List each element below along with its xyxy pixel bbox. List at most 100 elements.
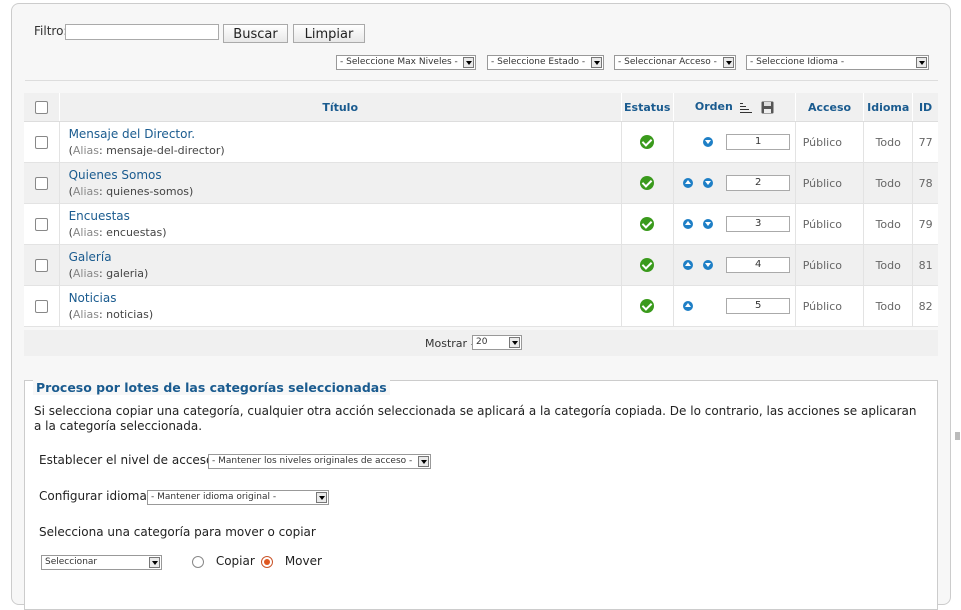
alias-value: mensaje-del-director (106, 144, 221, 157)
published-check-icon[interactable] (640, 299, 655, 313)
order-input[interactable]: 4 (726, 257, 791, 273)
table-row: Mensaje del Director. (Alias: mensaje-de… (24, 121, 938, 163)
batch-language-select[interactable]: - Mantener idioma original - (147, 490, 329, 505)
table-row: Quienes Somos (Alias: quienes-somos) 2 P… (24, 162, 938, 204)
header-order[interactable]: Orden (673, 93, 796, 122)
copy-radio[interactable] (192, 555, 204, 568)
batch-description: Si selecciona copiar una categoría, cual… (34, 404, 917, 433)
published-check-icon[interactable] (640, 176, 655, 190)
move-radio[interactable] (261, 555, 273, 568)
header-status[interactable]: Estatus (621, 93, 674, 122)
chevron-down-icon (316, 492, 327, 503)
batch-access-select[interactable]: - Mantener los niveles originales de acc… (208, 454, 431, 469)
category-title-link[interactable]: Encuestas (69, 209, 621, 223)
order-cell: 3 (673, 203, 796, 245)
max-levels-select[interactable]: - Seleccione Max Niveles - (336, 55, 476, 70)
access-select[interactable]: - Seleccionar Acceso - (614, 55, 736, 70)
alias-text: (Alias: mensaje-del-director) (68, 144, 225, 157)
access-cell: Público (795, 203, 865, 245)
access-level-label: Establecer el nivel de acceso (39, 453, 214, 467)
category-title-link[interactable]: Mensaje del Director. (69, 127, 621, 141)
move-down-icon[interactable] (702, 219, 713, 229)
alias-label: Alias (72, 267, 99, 280)
row-checkbox[interactable] (34, 135, 48, 149)
scroll-indicator[interactable] (955, 432, 960, 440)
alias-value: galeria (106, 267, 145, 280)
header-title[interactable]: Título (59, 93, 622, 122)
published-check-icon[interactable] (640, 135, 655, 149)
alias-text: (Alias: encuestas) (68, 226, 167, 239)
status-cell (621, 121, 674, 163)
language-cell: Todo (863, 244, 914, 286)
copy-radio-group: Copiar (192, 554, 255, 568)
filter-input[interactable] (65, 24, 219, 40)
category-title-link[interactable]: Noticias (69, 291, 621, 305)
language-label: Configurar idioma (39, 489, 147, 503)
alias-text: (Alias: noticias) (68, 308, 154, 321)
alias-value: noticias (106, 308, 149, 321)
max-levels-select-value: - Seleccione Max Niveles - (340, 57, 458, 67)
move-label: Mover (284, 554, 322, 568)
alias-text: (Alias: quienes-somos) (68, 185, 194, 198)
search-button[interactable]: Buscar (223, 24, 288, 43)
header-access[interactable]: Acceso (795, 93, 865, 122)
chevron-down-icon (418, 456, 429, 467)
move-up-icon[interactable] (682, 219, 693, 229)
order-input[interactable]: 1 (726, 134, 791, 150)
published-check-icon[interactable] (640, 217, 655, 231)
batch-access-value: - Mantener los niveles originales de acc… (212, 456, 413, 466)
status-cell (621, 162, 674, 204)
page-size-select[interactable]: 20 (472, 335, 522, 350)
category-select[interactable]: Seleccionar (41, 555, 162, 570)
language-select[interactable]: - Seleccione Idioma - (746, 55, 929, 70)
id-cell: 79 (912, 203, 938, 245)
row-checkbox[interactable] (34, 258, 48, 272)
move-down-icon[interactable] (702, 178, 713, 188)
title-cell: Noticias (Alias: noticias) (59, 285, 622, 327)
chevron-down-icon (509, 337, 520, 348)
row-select-cell (24, 244, 60, 286)
status-cell (621, 203, 674, 245)
move-up-icon[interactable] (682, 301, 693, 311)
order-input[interactable]: 2 (726, 175, 791, 191)
alias-text: (Alias: galeria) (68, 267, 149, 280)
move-radio-group: Mover (261, 554, 322, 568)
move-up-icon[interactable] (682, 260, 693, 270)
access-select-value: - Seleccionar Acceso - (618, 57, 717, 67)
alias-label: Alias (72, 308, 99, 321)
order-input[interactable]: 5 (726, 298, 791, 314)
alias-value: encuestas (106, 226, 163, 239)
move-down-icon[interactable] (702, 260, 713, 270)
published-check-icon[interactable] (640, 258, 655, 272)
id-cell: 77 (912, 121, 938, 163)
batch-legend: Proceso por lotes de las categorías sele… (33, 380, 390, 395)
category-title-link[interactable]: Quienes Somos (69, 168, 621, 182)
id-cell: 78 (912, 162, 938, 204)
move-up-icon[interactable] (682, 178, 693, 188)
language-cell: Todo (863, 203, 914, 245)
status-cell (621, 244, 674, 286)
row-checkbox[interactable] (34, 299, 48, 313)
category-select-value: Seleccionar (45, 557, 98, 567)
select-all-cell (24, 93, 60, 122)
sort-icon[interactable] (739, 101, 753, 114)
state-select[interactable]: - Seleccione Estado - (487, 55, 604, 70)
category-title-link[interactable]: Galería (69, 250, 621, 264)
row-checkbox[interactable] (34, 176, 48, 190)
move-copy-label: Selecciona una categoría para mover o co… (39, 525, 316, 539)
filter-label: Filtro: (34, 24, 68, 38)
order-cell: 1 (673, 121, 796, 163)
select-all-checkbox[interactable] (34, 100, 48, 114)
header-language[interactable]: Idioma (863, 93, 914, 122)
row-checkbox[interactable] (34, 217, 48, 231)
clear-button[interactable]: Limpiar (293, 24, 365, 43)
move-down-icon[interactable] (702, 137, 713, 147)
batch-language-value: - Mantener idioma original - (151, 492, 277, 502)
save-order-icon[interactable] (761, 101, 774, 114)
table-row: Encuestas (Alias: encuestas) 3 Público T… (24, 203, 938, 245)
order-input[interactable]: 3 (726, 216, 791, 232)
chevron-down-icon (723, 57, 734, 68)
header-id[interactable]: ID (912, 93, 938, 122)
title-cell: Quienes Somos (Alias: quienes-somos) (59, 162, 622, 204)
row-select-cell (24, 162, 60, 204)
